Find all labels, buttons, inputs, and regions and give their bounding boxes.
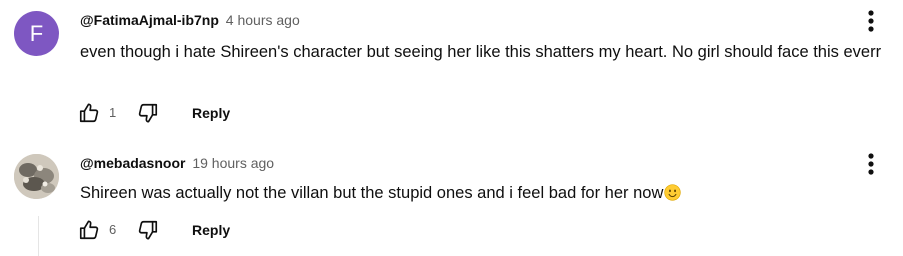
comment-header: @FatimaAjmal-ib7np 4 hours ago [80,12,300,28]
comment-text-container: Shireen was actually not the villan but … [80,182,890,204]
like-count: 1 [109,105,117,120]
thumb-up-icon [79,220,99,240]
more-vert-icon [868,153,874,175]
comment-timestamp[interactable]: 19 hours ago [192,155,274,171]
comment-header: @mebadasnoor 19 hours ago [80,155,274,171]
more-vert-icon [868,10,874,32]
comment-text: Shireen was actually not the villan but … [80,184,664,202]
thumb-down-icon [138,220,158,240]
more-options-button[interactable] [861,9,881,35]
comment-item: @mebadasnoor 19 hours ago Shireen was ac… [0,140,903,256]
author-name[interactable]: @mebadasnoor [80,155,185,171]
author-name[interactable]: @FatimaAjmal-ib7np [80,12,219,28]
comment-timestamp[interactable]: 4 hours ago [226,12,300,28]
like-count: 6 [109,222,117,237]
avatar-photo-image [14,154,59,199]
thumb-down-icon [138,103,158,123]
dislike-button[interactable] [133,98,163,128]
comment-text: even though i hate Shireen's character b… [80,43,882,61]
thumb-up-icon [79,103,99,123]
more-options-button[interactable] [861,152,881,178]
like-button[interactable] [74,215,104,245]
like-button[interactable] [74,98,104,128]
reply-button[interactable]: Reply [182,215,240,245]
reply-button[interactable]: Reply [182,98,240,128]
dislike-button[interactable] [133,215,163,245]
comment-item: F @FatimaAjmal-ib7np 4 hours ago even th… [0,0,903,140]
thread-line [38,216,39,256]
slightly-smiling-face-emoji [664,184,682,201]
avatar[interactable] [14,154,59,199]
avatar[interactable]: F [14,11,59,56]
